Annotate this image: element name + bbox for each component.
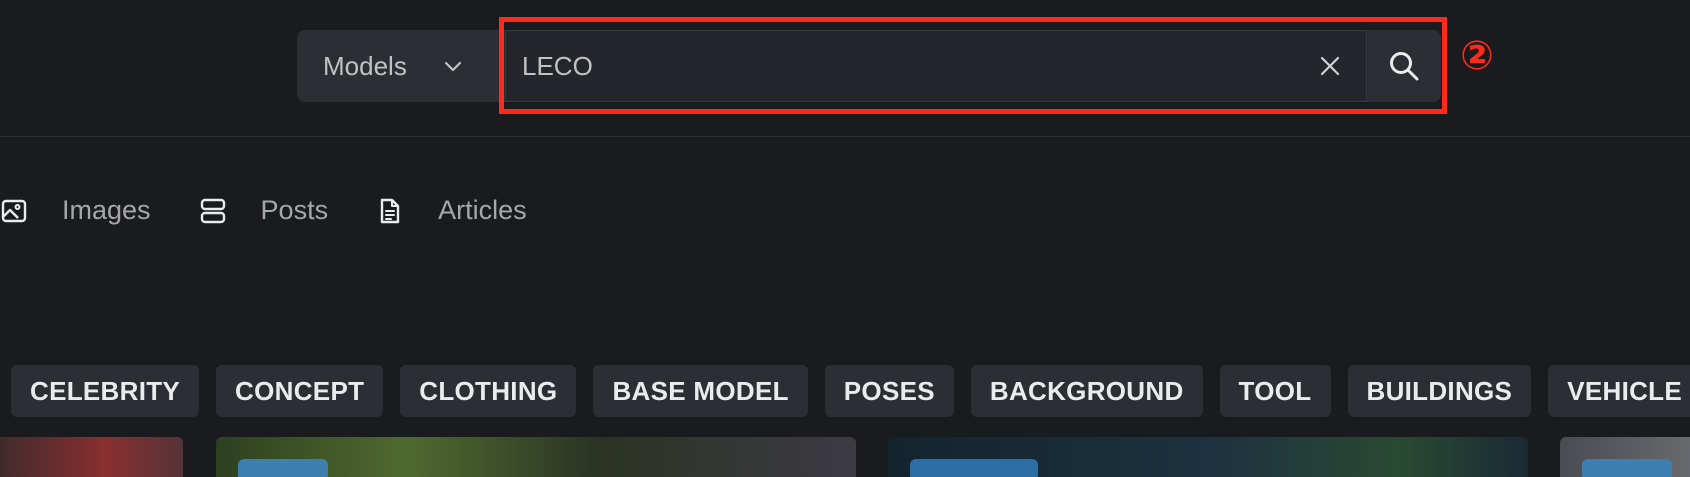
tab-label: Articles	[438, 195, 527, 225]
chip-celebrity[interactable]: CELEBRITY	[11, 365, 200, 417]
category-chips: CELEBRITY CONCEPT CLOTHING BASE MODEL PO…	[11, 365, 1690, 417]
card-badge	[238, 459, 328, 477]
card-badge	[910, 459, 1038, 477]
content-type-tabs: Images Posts Articles	[0, 195, 575, 226]
tab-articles[interactable]: Articles	[376, 195, 527, 226]
tab-posts[interactable]: Posts	[199, 195, 329, 226]
close-icon	[1320, 56, 1340, 76]
search-icon	[1390, 52, 1419, 81]
posts-icon	[200, 198, 225, 223]
chip-background[interactable]: BACKGROUND	[970, 365, 1203, 417]
top-header: Models ②	[0, 0, 1690, 137]
card-badge	[1582, 459, 1672, 477]
model-card[interactable]	[888, 437, 1528, 477]
search-input[interactable]	[506, 30, 1306, 102]
clear-search-button[interactable]	[1306, 42, 1354, 90]
model-card[interactable]	[216, 437, 856, 477]
chevron-down-icon	[444, 61, 461, 72]
model-card[interactable]	[1560, 437, 1690, 477]
chip-clothing[interactable]: CLOTHING	[400, 365, 577, 417]
chip-base-model[interactable]: BASE MODEL	[593, 365, 808, 417]
chip-vehicle[interactable]: VEHICLE	[1548, 365, 1690, 417]
tab-label: Posts	[260, 195, 329, 225]
search-group: Models	[297, 30, 1441, 102]
model-card[interactable]	[0, 437, 183, 477]
search-button[interactable]	[1367, 30, 1441, 102]
search-type-label: Models	[323, 50, 407, 81]
tab-label: Images	[62, 195, 151, 225]
image-icon	[1, 199, 27, 222]
chip-tool[interactable]: TOOL	[1219, 365, 1331, 417]
search-type-select[interactable]: Models	[297, 30, 505, 102]
tab-images[interactable]: Images	[0, 195, 151, 226]
article-icon	[380, 198, 400, 223]
annotation-step-marker: ②	[1460, 33, 1494, 79]
chip-concept[interactable]: CONCEPT	[216, 365, 384, 417]
search-field	[505, 30, 1367, 102]
chip-buildings[interactable]: BUILDINGS	[1347, 365, 1532, 417]
chip-poses[interactable]: POSES	[824, 365, 954, 417]
